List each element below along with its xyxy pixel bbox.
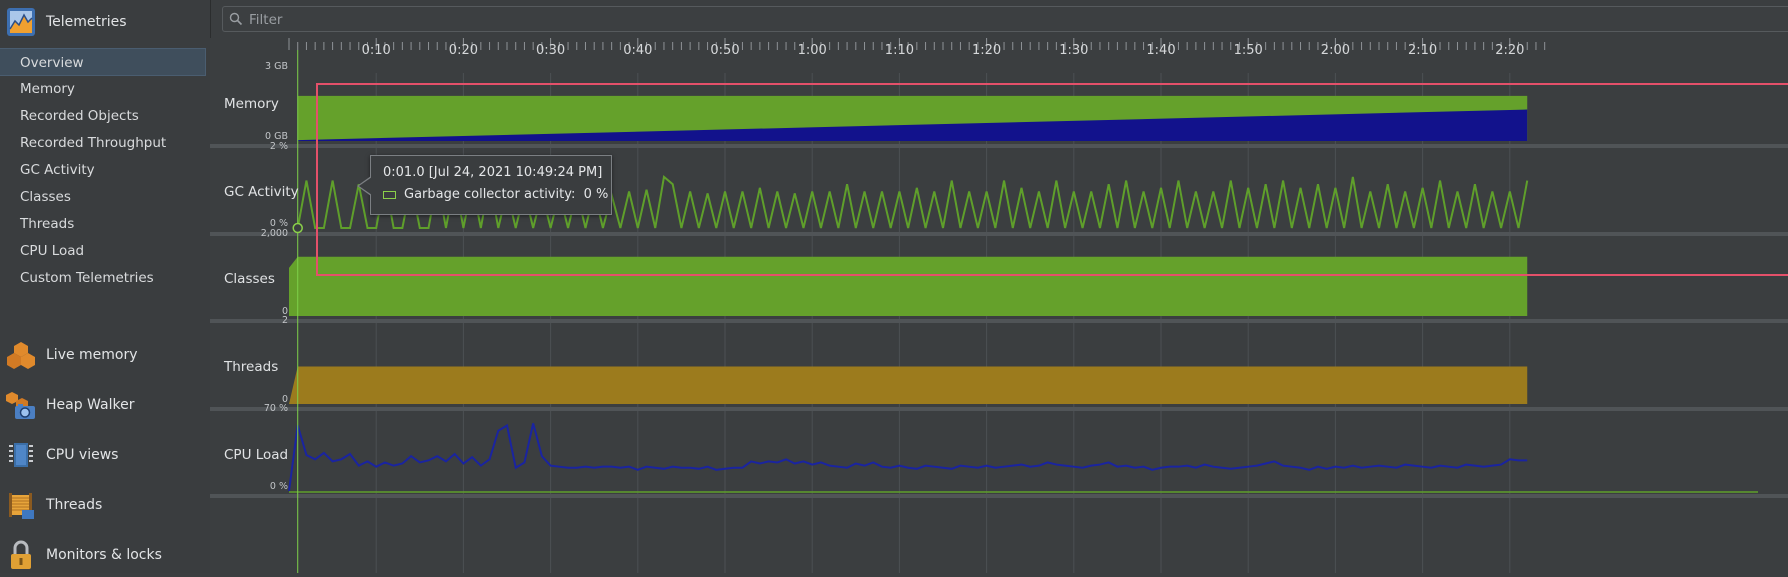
time-axis-label: 0:20 bbox=[449, 43, 478, 58]
time-axis-label: 2:20 bbox=[1495, 43, 1524, 58]
tooltip-series-label: Garbage collector activity: bbox=[404, 187, 576, 202]
filter-input[interactable] bbox=[247, 9, 1751, 31]
sidebar-item-label: Recorded Objects bbox=[20, 108, 139, 124]
sidebar-item-label: Recorded Throughput bbox=[20, 135, 167, 151]
row-separator bbox=[210, 407, 1788, 411]
telemetry-overview: 0:10 0:20 0:30 0:40 0:50 1:00 1:10 1:20 1:30 1:40… bbox=[210, 38, 1788, 573]
telemetry-charts[interactable]: 0:10 0:20 0:30 0:40 0:50 1:00 1:10 1:20 1:30 1:40… bbox=[210, 38, 1788, 573]
row-separator bbox=[210, 319, 1788, 323]
time-axis-label: 0:30 bbox=[536, 43, 565, 58]
tooltip-swatch bbox=[383, 190, 396, 199]
sidebar-section-cpu-views[interactable]: CPU views bbox=[0, 433, 210, 477]
time-axis-label: 1:20 bbox=[972, 43, 1001, 58]
sidebar-item-label: GC Activity bbox=[20, 162, 95, 178]
sidebar: Telemetries Overview Memory Recorded Obj… bbox=[0, 0, 211, 573]
row-separator bbox=[210, 232, 1788, 236]
heap-walker-icon bbox=[6, 392, 35, 419]
monitors-locks-icon bbox=[11, 540, 31, 569]
sidebar-header-telemetries[interactable]: Telemetries bbox=[0, 0, 210, 44]
cpu-views-icon bbox=[9, 443, 33, 467]
sidebar-section-threads[interactable]: Threads bbox=[0, 483, 210, 527]
sidebar-item-gc-activity[interactable]: GC Activity bbox=[0, 156, 206, 184]
sidebar-item-overview[interactable]: Overview bbox=[0, 48, 206, 76]
sidebar-item-classes[interactable]: Classes bbox=[0, 183, 206, 211]
telemetry-label-classes: Classes bbox=[224, 271, 275, 287]
sidebar-item-cpu-load[interactable]: CPU Load bbox=[0, 237, 206, 265]
sidebar-item-threads[interactable]: Threads bbox=[0, 210, 206, 238]
telemetry-label-cpu-load: CPU Load bbox=[224, 447, 289, 463]
sidebar-item-label: Overview bbox=[20, 55, 84, 71]
threads-area bbox=[289, 366, 1528, 404]
sidebar-section-label: Monitors & locks bbox=[46, 547, 162, 563]
time-axis-label: 0:50 bbox=[710, 43, 739, 58]
sidebar-item-recorded-throughput[interactable]: Recorded Throughput bbox=[0, 129, 206, 157]
y-axis-max-label: 2 % bbox=[270, 141, 288, 152]
y-axis-max-label: 2 bbox=[282, 315, 288, 326]
sidebar-item-label: Custom Telemetries bbox=[20, 270, 154, 286]
sidebar-section-label: CPU views bbox=[46, 447, 119, 463]
sidebar-item-label: Threads bbox=[20, 216, 75, 232]
time-cursor-marker bbox=[292, 222, 303, 234]
time-axis-label: 1:10 bbox=[885, 43, 914, 58]
threads-icon bbox=[9, 493, 34, 519]
search-icon bbox=[229, 12, 243, 26]
time-axis-label: 1:40 bbox=[1146, 43, 1175, 58]
sidebar-section-label: Threads bbox=[46, 497, 103, 513]
tooltip-time: 0:01.0 [Jul 24, 2021 10:49:24 PM] bbox=[383, 165, 603, 180]
live-memory-icon bbox=[7, 342, 35, 369]
sidebar-item-recorded-objects[interactable]: Recorded Objects bbox=[0, 102, 206, 130]
y-axis-max-label: 70 % bbox=[264, 403, 288, 414]
tooltip-arrow-fill bbox=[359, 177, 372, 195]
time-axis-label: 0:10 bbox=[362, 43, 391, 58]
sidebar-item-label: Classes bbox=[20, 189, 71, 205]
sidebar-section-label: Live memory bbox=[46, 347, 138, 363]
time-axis-label: 2:00 bbox=[1321, 43, 1350, 58]
time-axis-label: 1:00 bbox=[798, 43, 827, 58]
sidebar-item-custom-telemetries[interactable]: Custom Telemetries bbox=[0, 264, 206, 292]
classes-area bbox=[289, 256, 1528, 316]
telemetry-label-memory: Memory bbox=[224, 96, 279, 112]
telemetries-icon bbox=[7, 8, 35, 36]
sidebar-section-monitors-locks[interactable]: Monitors & locks bbox=[0, 533, 210, 577]
chart-tooltip: 0:01.0 [Jul 24, 2021 10:49:24 PM] Garbag… bbox=[357, 155, 612, 215]
sidebar-section-live-memory[interactable]: Live memory bbox=[0, 333, 210, 377]
telemetry-label-threads: Threads bbox=[224, 359, 279, 375]
tooltip-series-value: 0 % bbox=[583, 187, 609, 202]
y-axis-max-label: 3 GB bbox=[265, 61, 288, 72]
time-axis-label: 0:40 bbox=[623, 43, 652, 58]
time-axis-label: 2:10 bbox=[1408, 43, 1437, 58]
telemetry-label-gc-activity: GC Activity bbox=[224, 184, 299, 200]
sidebar-item-label: Memory bbox=[20, 81, 75, 97]
time-axis-label: 1:50 bbox=[1234, 43, 1263, 58]
y-axis-min-label: 0 % bbox=[270, 481, 288, 492]
sidebar-item-memory[interactable]: Memory bbox=[0, 75, 206, 103]
filter-bar bbox=[222, 6, 1788, 32]
row-separator bbox=[210, 144, 1788, 148]
tooltip-series: Garbage collector activity: 0 % bbox=[383, 187, 608, 202]
sidebar-section-label: Heap Walker bbox=[46, 397, 135, 413]
sidebar-item-label: CPU Load bbox=[20, 243, 85, 259]
sidebar-section-heap-walker[interactable]: Heap Walker bbox=[0, 383, 210, 427]
y-axis-max-label: 2,000 bbox=[261, 228, 288, 239]
row-separator bbox=[210, 494, 1788, 498]
sidebar-header-label: Telemetries bbox=[46, 14, 127, 30]
time-axis-label: 1:30 bbox=[1059, 43, 1088, 58]
